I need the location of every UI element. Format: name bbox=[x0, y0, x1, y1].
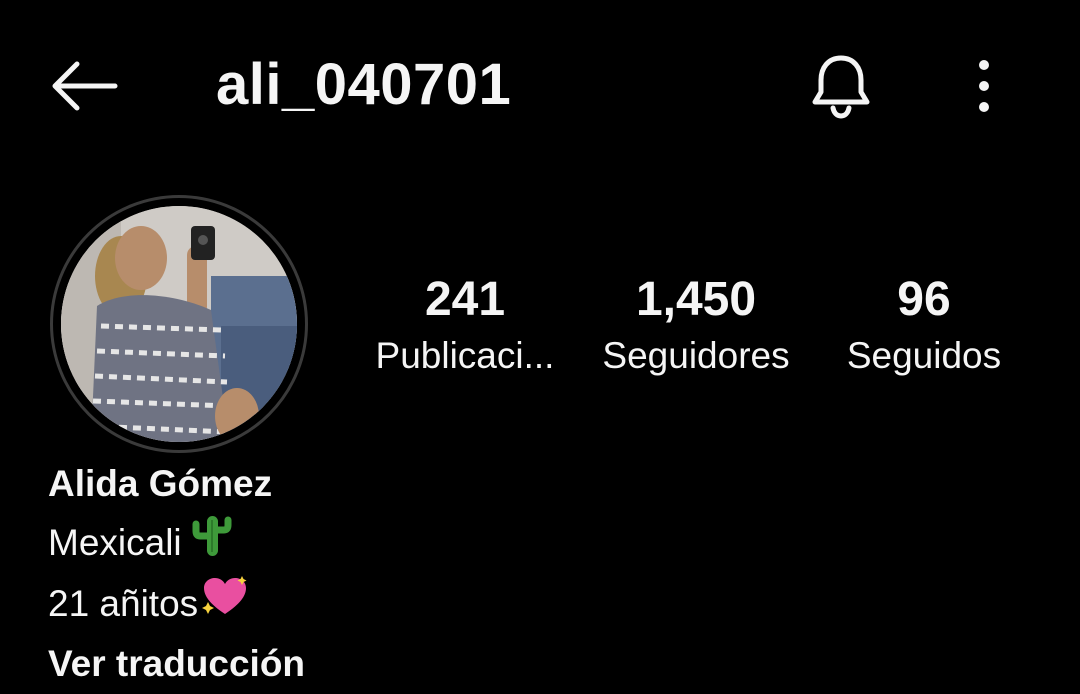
followers-label: Seguidores bbox=[602, 335, 790, 376]
cactus-icon bbox=[192, 512, 232, 574]
top-app-bar: ali_040701 bbox=[0, 0, 1080, 170]
profile-username: ali_040701 bbox=[216, 52, 512, 117]
stat-following[interactable]: 96 Seguidos bbox=[832, 270, 1016, 382]
bio-location-text: Mexicali bbox=[48, 522, 182, 563]
profile-bio: Alida Gómez Mexicali 21 añitos Ver tradu… bbox=[48, 456, 748, 694]
back-button[interactable] bbox=[46, 56, 122, 116]
following-label: Seguidos bbox=[846, 335, 1002, 376]
followers-count: 1,450 bbox=[635, 273, 757, 326]
arrow-left-icon bbox=[52, 61, 118, 111]
bio-line-age: 21 añitos bbox=[48, 574, 748, 634]
more-vertical-icon bbox=[979, 60, 989, 112]
bell-icon bbox=[812, 55, 870, 119]
bio-line-location: Mexicali bbox=[48, 512, 748, 574]
posts-count: 241 bbox=[424, 273, 506, 326]
posts-label: Publicaci... bbox=[375, 335, 555, 376]
bio-age-text: 21 añitos bbox=[48, 583, 199, 624]
display-name: Alida Gómez bbox=[48, 463, 273, 504]
profile-stats: 241 Publicaci... 1,450 Seguidores 96 Seg… bbox=[0, 270, 1080, 400]
see-translation-link[interactable]: Ver traducción bbox=[48, 634, 748, 694]
stat-posts[interactable]: 241 Publicaci... bbox=[365, 270, 565, 382]
notifications-button[interactable] bbox=[806, 50, 876, 122]
stat-followers[interactable]: 1,450 Seguidores bbox=[588, 270, 804, 382]
following-count: 96 bbox=[897, 273, 951, 326]
more-options-button[interactable] bbox=[962, 54, 1006, 118]
sparkling-heart-icon bbox=[200, 574, 250, 634]
